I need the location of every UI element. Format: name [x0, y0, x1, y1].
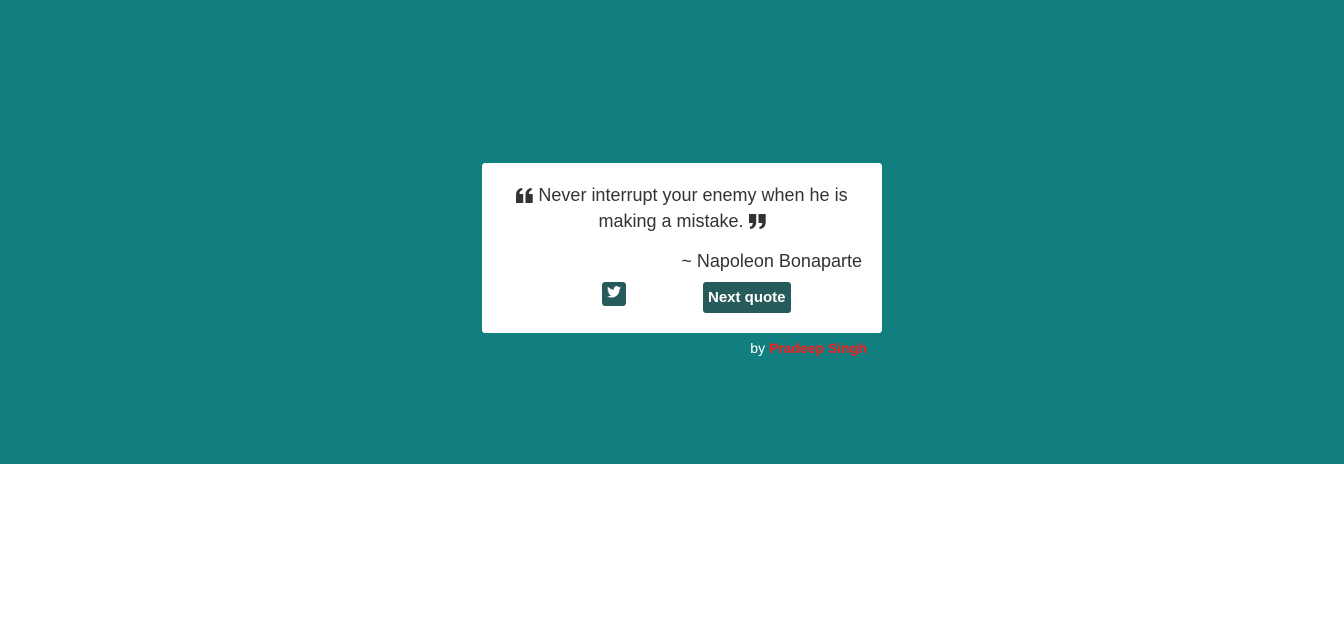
quote-right-icon: [748, 211, 766, 235]
tweet-button[interactable]: [602, 282, 626, 306]
next-quote-button[interactable]: Next quote: [703, 282, 791, 313]
credit-author-link[interactable]: Pradeep Singh: [769, 340, 867, 356]
quote-author: ~ Napoleon Bonaparte: [681, 251, 862, 271]
quote-card: Never interrupt your enemy when he is ma…: [482, 163, 882, 333]
quote-actions: Next quote: [482, 282, 882, 314]
twitter-icon: [607, 285, 621, 303]
quote-block: Never interrupt your enemy when he is ma…: [502, 183, 862, 235]
credit-prefix: by: [750, 340, 766, 356]
quote-text: Never interrupt your enemy when he is ma…: [538, 185, 848, 231]
page: Never interrupt your enemy when he is ma…: [0, 0, 1344, 644]
quote-left-icon: [516, 185, 534, 209]
author-credit: by Pradeep Singh: [482, 340, 867, 356]
